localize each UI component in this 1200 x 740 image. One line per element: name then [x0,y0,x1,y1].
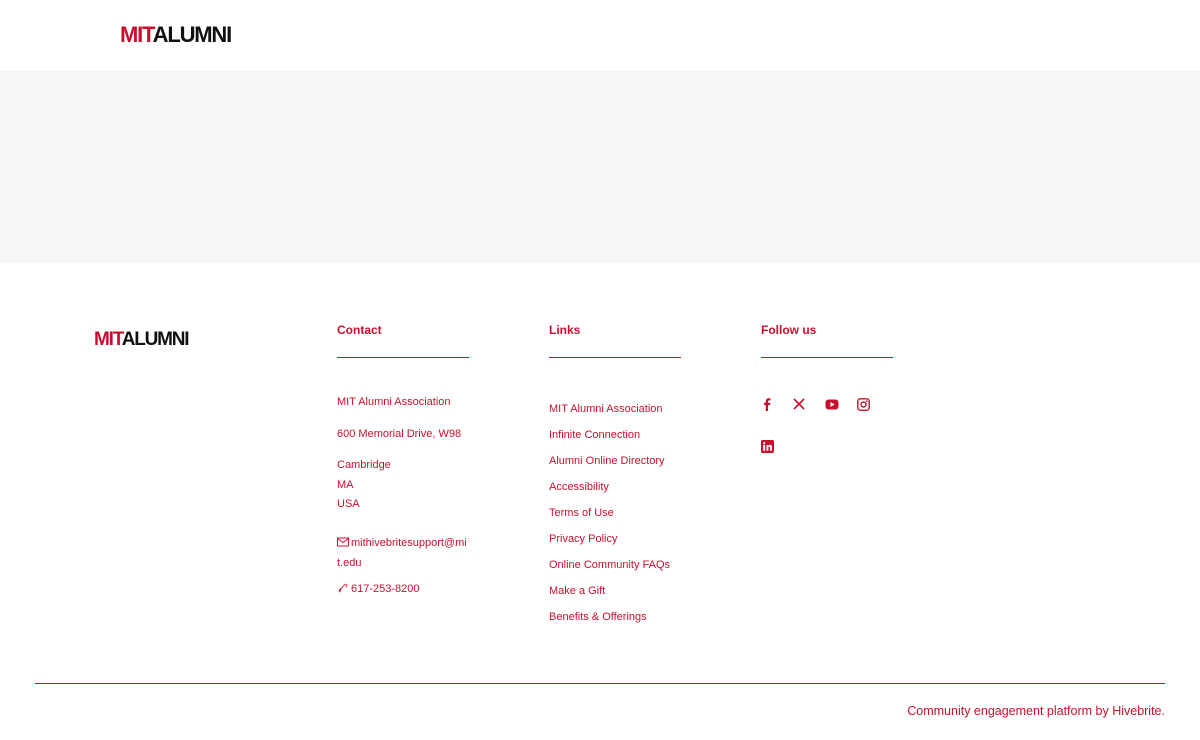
linkedin-icon[interactable] [761,438,793,454]
contact-email: mithivebritesupport@mit.edu [337,536,467,569]
link-mit-alumni-association[interactable]: MIT Alumni Association [549,396,684,422]
logo-alumni-text: ALUMNI [152,22,233,47]
link-infinite-connection[interactable]: Infinite Connection [549,422,684,448]
link-alumni-online-directory[interactable]: Alumni Online Directory [549,448,684,474]
facebook-icon[interactable] [761,396,793,412]
social-icons-row [761,396,896,412]
contact-details: MIT Alumni Association 600 Memorial Driv… [337,393,472,599]
contact-address: 600 Memorial Drive, W98 [337,427,462,440]
follow-heading: Follow us [761,323,817,337]
links-divider [549,357,681,358]
contact-org: MIT Alumni Association [337,396,451,408]
footer-bottom-divider [35,683,1165,684]
contact-city: Cambridge [337,459,391,471]
footer-logo[interactable]: MITALUMNI [94,329,190,350]
footer-contact-column: Contact MIT Alumni Association 600 Memor… [337,322,472,599]
links-heading: Links [549,323,581,337]
links-list: MIT Alumni Association Infinite Connecti… [549,396,684,630]
phone-icon [338,583,348,593]
powered-by-link[interactable]: Community engagement platform by Hivebri… [907,704,1165,718]
youtube-icon[interactable] [825,396,857,412]
contact-phone-link[interactable]: 617-253-8200 [337,580,472,600]
link-privacy-policy[interactable]: Privacy Policy [549,526,684,552]
footer-links-column: Links MIT Alumni Association Infinite Co… [549,322,684,630]
instagram-icon[interactable] [857,396,889,412]
link-benefits-offerings[interactable]: Benefits & Offerings [549,604,684,630]
contact-phone: 617-253-8200 [351,582,420,595]
link-online-community-faqs[interactable]: Online Community FAQs [549,552,684,578]
social-icons-row-2 [761,438,896,454]
logo-mit-text: MIT [120,22,154,47]
contact-country: USA [337,498,360,510]
footer-logo-mit-text: MIT [94,329,123,350]
link-accessibility[interactable]: Accessibility [549,474,684,500]
x-icon[interactable] [793,396,825,412]
footer-logo-alumni-text: ALUMNI [121,329,190,350]
contact-heading: Contact [337,323,382,337]
envelope-icon [337,537,349,546]
link-make-a-gift[interactable]: Make a Gift [549,578,684,604]
contact-email-link[interactable]: mithivebritesupport@mit.edu [337,533,470,573]
contact-state: MA [337,478,354,491]
header-logo[interactable]: MITALUMNI [120,22,233,47]
contact-divider [337,357,469,358]
follow-divider [761,357,893,358]
footer-follow-column: Follow us [761,322,896,454]
site-header: MITALUMNI [0,0,1200,72]
link-terms-of-use[interactable]: Terms of Use [549,500,684,526]
content-area [0,72,1200,263]
